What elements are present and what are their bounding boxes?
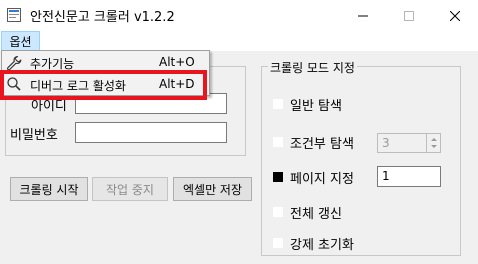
options-dropdown-menu: 추가기능 Alt+O 디버그 로그 활성화 Alt+D xyxy=(1,50,210,96)
password-input[interactable] xyxy=(75,122,227,143)
mode-normal-label: 일반 탐색 xyxy=(290,99,342,114)
minimize-button[interactable] xyxy=(340,0,386,31)
spin-arrows[interactable] xyxy=(426,134,440,152)
maximize-icon xyxy=(404,10,414,21)
close-icon xyxy=(450,10,460,21)
page-number-input[interactable]: 1 xyxy=(377,166,441,187)
spin-arrows-icon xyxy=(431,138,437,148)
minimize-icon xyxy=(358,15,368,16)
menu-item-debug-log[interactable]: 디버그 로그 활성화 Alt+D xyxy=(2,74,209,96)
wrench-icon xyxy=(6,55,22,71)
mode-force-reset-label: 강제 초기화 xyxy=(290,238,354,253)
menu-item-addons[interactable]: 추가기능 Alt+O xyxy=(2,52,209,74)
mode-full-refresh-label: 전체 갱신 xyxy=(290,207,342,222)
app-icon xyxy=(7,8,21,22)
addons-label: 추가기능 xyxy=(30,57,75,71)
excel-save-button[interactable]: 엑셀만 저장 xyxy=(173,177,252,201)
id-label: 아이디 xyxy=(31,99,67,114)
window-title: 안전신문고 크롤러 v1.2.2 xyxy=(30,10,175,25)
mode-page-label: 페이지 지정 xyxy=(290,172,354,187)
close-button[interactable] xyxy=(432,0,478,31)
mode-full-refresh-checkbox[interactable] xyxy=(273,207,283,217)
condition-spinbox[interactable]: 3 xyxy=(377,133,441,153)
addons-shortcut: Alt+O xyxy=(159,55,195,69)
mode-conditional-checkbox[interactable] xyxy=(273,137,283,147)
crawl-mode-title: 크롤링 모드 지정 xyxy=(268,59,357,76)
start-crawl-button[interactable]: 크롤링 시작 xyxy=(10,177,88,201)
id-input[interactable] xyxy=(75,93,227,114)
mode-normal-checkbox[interactable] xyxy=(273,99,283,109)
mode-page-checkbox[interactable] xyxy=(273,172,283,182)
mode-conditional-label: 조건부 탐색 xyxy=(290,137,354,152)
debug-log-shortcut: Alt+D xyxy=(159,77,195,91)
debug-log-label: 디버그 로그 활성화 xyxy=(30,79,126,93)
menu-options[interactable]: 옵션 xyxy=(1,31,40,51)
password-label: 비밀번호 xyxy=(10,128,58,143)
maximize-button[interactable] xyxy=(386,0,432,31)
menu-bar xyxy=(0,31,478,51)
stop-job-button[interactable]: 작업 중지 xyxy=(92,177,168,201)
mode-force-reset-checkbox[interactable] xyxy=(273,238,283,248)
page-number-value: 1 xyxy=(382,169,390,183)
search-icon xyxy=(6,76,22,92)
condition-value: 3 xyxy=(382,136,390,150)
